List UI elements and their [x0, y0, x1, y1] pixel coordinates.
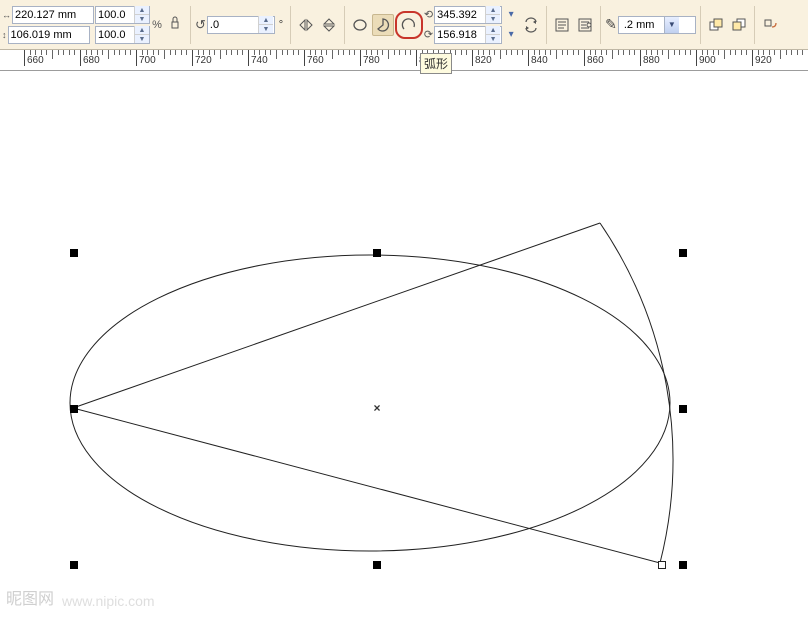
- object-position-group: ↔ ↕: [2, 6, 94, 44]
- arc-tool-button[interactable]: [398, 14, 420, 36]
- to-front-button[interactable]: [705, 14, 727, 36]
- selection-handle[interactable]: [70, 249, 78, 257]
- width-icon: ↔: [2, 10, 11, 20]
- arc-start-spinner[interactable]: ▲▼: [485, 6, 500, 23]
- selected-arc-shape[interactable]: [0, 73, 808, 618]
- arc-tooltip: 弧形: [420, 53, 452, 74]
- selection-handle[interactable]: [373, 249, 381, 257]
- arc-highlight: [395, 11, 423, 39]
- pie-tool-button[interactable]: [372, 14, 394, 36]
- scale-y-input[interactable]: [96, 28, 134, 42]
- rotation-input[interactable]: [208, 18, 258, 32]
- percent-label: %: [151, 19, 163, 31]
- chevron-down-icon[interactable]: ▼: [664, 17, 679, 33]
- arc-end-spinner[interactable]: ▲▼: [485, 26, 500, 43]
- property-bar: ↔ ↕ ▲▼ ▲▼ % ↺ ▲▼ °: [0, 0, 808, 50]
- scale-y-spinner[interactable]: ▲▼: [134, 26, 149, 43]
- scale-x-input[interactable]: [96, 8, 134, 22]
- watermark-brand: 昵图网: [6, 585, 54, 609]
- outline-width-input[interactable]: [622, 17, 664, 33]
- selection-handle[interactable]: [679, 249, 687, 257]
- scale-x-spinner[interactable]: ▲▼: [134, 6, 149, 23]
- drawing-canvas[interactable]: ×: [0, 73, 808, 615]
- degree-label: °: [276, 19, 286, 31]
- arc-end-apply[interactable]: ▾: [503, 27, 519, 43]
- watermark-url: www.nipic.com: [62, 593, 155, 609]
- arc-endpoint-node[interactable]: [658, 561, 666, 569]
- lock-ratio-button[interactable]: [164, 14, 186, 36]
- swap-direction-button[interactable]: [520, 14, 542, 36]
- angle-end-icon: ⟳: [424, 28, 433, 41]
- to-back-button[interactable]: [728, 14, 750, 36]
- outline-pen-icon: ✎: [605, 16, 617, 33]
- selection-handle[interactable]: [373, 561, 381, 569]
- wrap-settings-button[interactable]: [574, 14, 596, 36]
- selection-handle[interactable]: [70, 561, 78, 569]
- watermark: 昵图网 www.nipic.com: [6, 585, 155, 609]
- selection-handle[interactable]: [70, 405, 78, 413]
- convert-curves-button[interactable]: [759, 14, 781, 36]
- ellipse-tool-button[interactable]: [349, 14, 371, 36]
- selection-handle[interactable]: [679, 405, 687, 413]
- rotation-spinner[interactable]: ▲▼: [258, 16, 273, 33]
- arc-end-angle-input[interactable]: [435, 28, 485, 42]
- arc-start-angle-input[interactable]: [435, 8, 485, 22]
- outline-width-select[interactable]: ▼: [618, 16, 696, 34]
- scale-group: ▲▼ ▲▼: [95, 6, 150, 44]
- horizontal-ruler: 6606807007207407607808008208408608809009…: [0, 50, 808, 71]
- selection-handle[interactable]: [679, 561, 687, 569]
- arc-start-apply[interactable]: ▾: [503, 7, 519, 23]
- rotation-group: ↺ ▲▼ °: [195, 16, 286, 34]
- wrap-paragraph-button[interactable]: [551, 14, 573, 36]
- mirror-vertical-button[interactable]: [318, 14, 340, 36]
- arc-angle-group: ⟲ ▲▼ ▾ ⟳ ▲▼ ▾: [424, 6, 519, 44]
- mirror-horizontal-button[interactable]: [295, 14, 317, 36]
- height-icon: ↕: [2, 30, 7, 40]
- angle-start-icon: ⟲: [424, 8, 433, 21]
- selection-center: ×: [373, 401, 380, 415]
- rotate-icon: ↺: [195, 17, 206, 33]
